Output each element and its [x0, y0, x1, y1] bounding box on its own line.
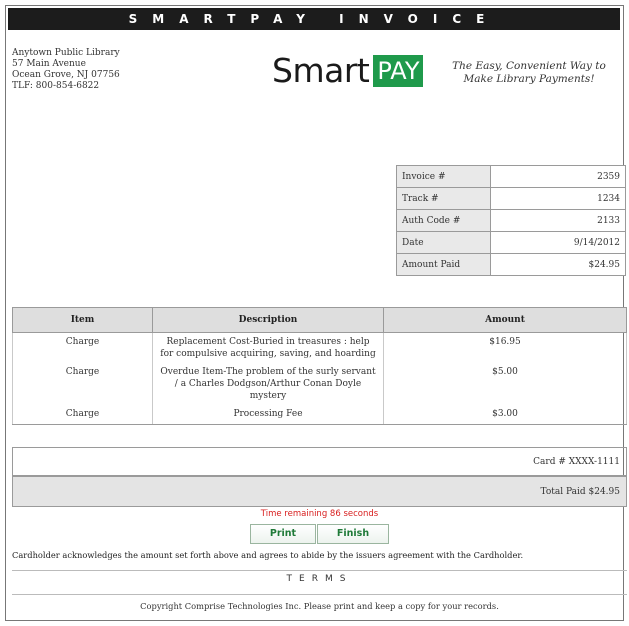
- terms-heading: TERMS: [286, 574, 353, 584]
- summary-label: Invoice #: [396, 165, 491, 188]
- smartpay-logo: Smart PAY: [272, 51, 424, 90]
- finish-button[interactable]: Finish: [317, 524, 389, 544]
- total-paid: Total Paid $24.95: [12, 476, 627, 507]
- time-remaining: Time remaining 86 seconds: [260, 509, 379, 519]
- action-buttons: Print Finish: [250, 524, 389, 544]
- item-cell: Charge: [12, 332, 153, 363]
- divider: [12, 570, 627, 571]
- description-cell: Replacement Cost-Buried in treasures : h…: [152, 332, 384, 363]
- divider: [12, 594, 627, 595]
- summary-row-amount-paid: Amount Paid $24.95: [396, 253, 626, 276]
- table-row: Charge Replacement Cost-Buried in treasu…: [12, 332, 627, 363]
- summary-row-auth-code: Auth Code # 2133: [396, 209, 626, 232]
- summary-row-track: Track # 1234: [396, 187, 626, 210]
- summary-value: 9/14/2012: [490, 231, 626, 254]
- invoice-summary-table: Invoice # 2359 Track # 1234 Auth Code # …: [396, 165, 626, 276]
- summary-label: Auth Code #: [396, 209, 491, 232]
- summary-value: $24.95: [490, 253, 626, 276]
- summary-value: 2359: [490, 165, 626, 188]
- charges-header-row: Item Description Amount: [12, 307, 627, 333]
- card-number: Card # XXXX-1111: [12, 447, 627, 476]
- tagline-line2: Make Library Payments!: [463, 73, 595, 85]
- column-header-description: Description: [152, 307, 384, 333]
- table-row: Charge Overdue Item-The problem of the s…: [12, 363, 627, 405]
- table-row: Charge Processing Fee $3.00: [12, 405, 627, 425]
- amount-cell: $5.00: [383, 363, 627, 405]
- summary-value: 1234: [490, 187, 626, 210]
- summary-label: Track #: [396, 187, 491, 210]
- item-cell: Charge: [12, 405, 153, 425]
- library-street: 57 Main Avenue: [12, 59, 86, 69]
- column-header-item: Item: [12, 307, 153, 333]
- library-address: Anytown Public Library 57 Main Avenue Oc…: [12, 48, 120, 92]
- summary-row-invoice: Invoice # 2359: [396, 165, 626, 188]
- summary-label: Amount Paid: [396, 253, 491, 276]
- amount-cell: $16.95: [383, 332, 627, 363]
- invoice-banner: SMARTPAY INVOICE: [8, 8, 620, 30]
- column-header-amount: Amount: [383, 307, 627, 333]
- description-cell: Overdue Item-The problem of the surly se…: [152, 363, 384, 405]
- charges-table: Item Description Amount Charge Replaceme…: [12, 307, 627, 425]
- library-name: Anytown Public Library: [12, 48, 120, 58]
- description-cell: Processing Fee: [152, 405, 384, 425]
- print-button[interactable]: Print: [250, 524, 316, 544]
- logo-smart-text: Smart: [272, 51, 370, 90]
- library-city: Ocean Grove, NJ 07756: [12, 70, 120, 80]
- summary-label: Date: [396, 231, 491, 254]
- amount-cell: $3.00: [383, 405, 627, 425]
- summary-value: 2133: [490, 209, 626, 232]
- cardholder-acknowledgement: Cardholder acknowledges the amount set f…: [12, 550, 524, 560]
- library-phone: TLF: 800-854-6822: [12, 81, 100, 91]
- tagline: The Easy, Convenient Way to Make Library…: [436, 60, 622, 86]
- item-cell: Charge: [12, 363, 153, 405]
- summary-row-date: Date 9/14/2012: [396, 231, 626, 254]
- copyright-notice: Copyright Comprise Technologies Inc. Ple…: [140, 601, 499, 611]
- logo-pay-badge: PAY: [373, 55, 424, 87]
- tagline-line1: The Easy, Convenient Way to: [452, 60, 606, 72]
